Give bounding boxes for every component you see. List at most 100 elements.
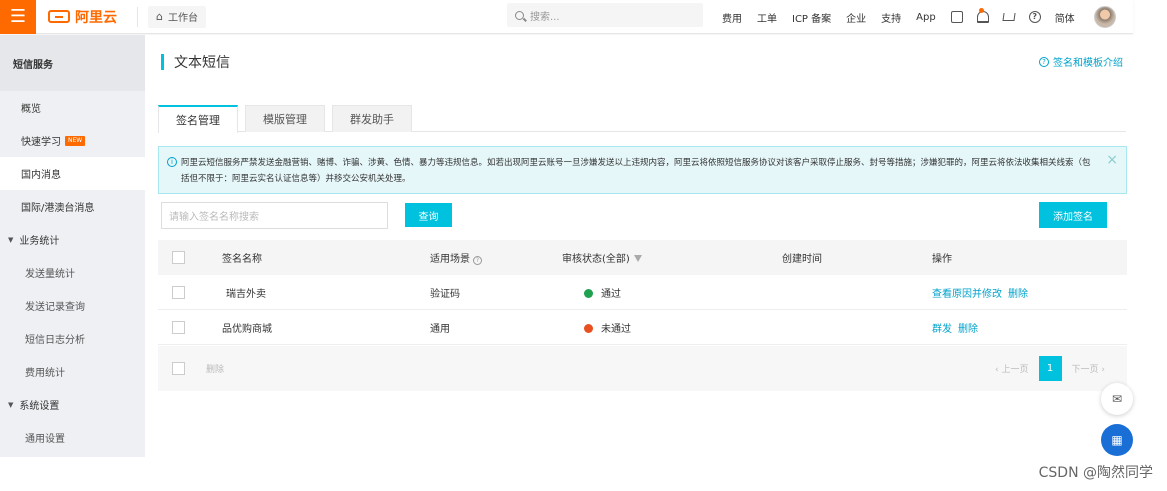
sidebar-item-send-volume[interactable]: 发送量统计 [0,256,145,289]
help-link[interactable]: ? 签名和模板介绍 [1039,54,1123,69]
tab-bulk-send[interactable]: 群发助手 [332,105,412,132]
bulk-delete-button[interactable]: 删除 [206,362,224,375]
nav-tickets[interactable]: 工单 [757,10,777,25]
add-signature-button[interactable]: 添加签名 [1039,202,1107,228]
page-title: 文本短信 [161,52,230,72]
table-row: 瑞吉外卖 验证码 通过 查看原因并修改 删除 [158,275,1127,310]
apps-grid-icon[interactable]: ▦ [1101,424,1133,456]
header-status[interactable]: 审核状态(全部) [562,250,642,265]
chat-icon[interactable]: ✉ [1101,383,1133,415]
sidebar-item-international[interactable]: 国际/港澳台消息 [0,190,145,223]
select-all-checkbox[interactable] [172,251,185,264]
avatar[interactable] [1093,6,1116,28]
sidebar-item-label: 发送记录查询 [25,302,85,313]
signature-table: 签名名称 适用场景? 审核状态(全部) 创建时间 操作 瑞吉外卖 验证码 通过 … [158,240,1127,345]
header-op: 操作 [932,254,952,265]
row-checkbox[interactable] [172,320,185,334]
caret-down-icon: ▼ [8,400,14,409]
help-icon[interactable]: ? [1028,11,1041,23]
cell-status: 通过 [562,285,621,300]
brand-name: 阿里云 [75,9,117,26]
sidebar: 短信服务 概览 快速学习 NEW 国内消息 国际/港澳台消息 ▼ 业务统计 发送… [0,35,145,457]
notice-text: 阿里云短信服务严禁发送金融营销、赌博、诈骗、涉黄、色情、暴力等违规信息。如若出现… [181,158,1091,184]
nav-icp[interactable]: ICP 备案 [792,10,831,25]
delete-link[interactable]: 删除 [958,324,978,335]
brand-logo[interactable]: 阿里云 [48,7,117,27]
bell-icon[interactable] [976,8,989,23]
pagination: ‹ 上一页 1 下一页 › [985,356,1115,381]
cell-ops: 查看原因并修改 删除 [932,285,1034,300]
row-checkbox[interactable] [172,285,185,299]
sidebar-group-statistics[interactable]: ▼ 业务统计 [0,223,145,256]
sidebar-item-label: 费用统计 [25,368,65,379]
sidebar-item-domestic[interactable]: 国内消息 [0,157,145,190]
status-dot-icon [584,288,593,298]
notice-banner: i 阿里云短信服务严禁发送金融营销、赌博、诈骗、涉黄、色情、暴力等违规信息。如若… [158,146,1127,194]
main-content: 文本短信 ? 签名和模板介绍 签名管理 模版管理 群发助手 i 阿里云短信服务严… [145,35,1133,457]
prev-page-button[interactable]: ‹ 上一页 [995,362,1028,375]
language-switch[interactable]: 简体 [1055,10,1075,25]
divider [137,6,138,27]
help-circle-icon: ? [1039,56,1049,67]
footer-select-checkbox[interactable] [172,362,185,375]
sidebar-item-label: 通用设置 [25,434,65,445]
nav-fees[interactable]: 费用 [722,10,742,25]
sidebar-item-fee-stats[interactable]: 费用统计 [0,355,145,388]
sidebar-group-settings[interactable]: ▼ 系统设置 [0,388,145,421]
search-placeholder: 搜索... [530,11,560,23]
help-link-label: 签名和模板介绍 [1053,58,1123,69]
page-number-current[interactable]: 1 [1038,356,1062,381]
nav-app[interactable]: App [916,12,936,23]
next-page-button[interactable]: 下一页 › [1072,362,1105,375]
sidebar-item-label: 快速学习 [21,137,61,148]
sidebar-item-general-settings[interactable]: 通用设置 [0,421,145,454]
home-icon: ⌂ [156,10,163,23]
filter-icon[interactable] [633,255,642,262]
table-row: 品优购商城 通用 未通过 群发 删除 [158,310,1127,345]
view-reason-link[interactable]: 查看原因并修改 [932,289,1002,300]
cart-icon[interactable] [1002,13,1016,21]
sidebar-item-label: 概览 [21,104,41,115]
help-circle-icon[interactable]: ? [473,256,482,265]
terminal-icon[interactable] [950,11,963,23]
sidebar-title: 短信服务 [0,35,145,91]
tab-template[interactable]: 模版管理 [245,105,325,132]
sidebar-item-label: 国际/港澳台消息 [21,203,95,214]
sidebar-item-log-analysis[interactable]: 短信日志分析 [0,322,145,355]
page-title-text: 文本短信 [174,55,230,71]
status-text: 未通过 [601,323,631,335]
table-header: 签名名称 适用场景? 审核状态(全部) 创建时间 操作 [158,240,1127,275]
sidebar-item-label: 发送量统计 [25,269,75,280]
workbench-button[interactable]: ⌂ 工作台 [148,5,206,28]
signature-search-input[interactable]: 请输入签名名称搜索 [161,202,388,229]
bulk-send-link[interactable]: 群发 [932,324,952,335]
top-nav: 费用 工单 ICP 备案 企业 支持 App ? 简体 [722,0,1116,34]
cell-name: 瑞吉外卖 [226,288,266,300]
new-badge: NEW [65,135,86,146]
cell-ops: 群发 删除 [932,320,984,335]
tab-bar: 签名管理 模版管理 群发助手 [158,105,1126,133]
delete-link[interactable]: 删除 [1008,289,1028,300]
sidebar-item-label: 系统设置 [19,401,60,412]
next-label: 下一页 [1071,365,1099,375]
sidebar-item-send-records[interactable]: 发送记录查询 [0,289,145,322]
watermark: CSDN @陶然同学 [1038,465,1153,481]
header-time: 创建时间 [782,254,822,265]
prev-label: 上一页 [1001,365,1029,375]
sidebar-item-quick-learn[interactable]: 快速学习 NEW [0,124,145,157]
tab-signature[interactable]: 签名管理 [158,105,238,133]
top-bar: ☰ 阿里云 ⌂ 工作台 搜索... 费用 工单 ICP 备案 企业 支持 App… [0,0,1133,34]
sidebar-item-label: 国内消息 [21,170,61,181]
nav-support[interactable]: 支持 [881,10,901,25]
sidebar-item-overview[interactable]: 概览 [0,91,145,124]
menu-icon[interactable]: ☰ [0,0,36,34]
info-icon: i [167,157,177,167]
header-name: 签名名称 [222,254,262,265]
workbench-label: 工作台 [167,13,198,24]
query-button[interactable]: 查询 [405,203,452,227]
close-icon[interactable]: × [1106,152,1118,168]
nav-enterprise[interactable]: 企业 [846,10,866,25]
header-scene: 适用场景? [430,250,482,265]
global-search-input[interactable]: 搜索... [507,3,703,27]
table-footer: 删除 ‹ 上一页 1 下一页 › [158,346,1127,391]
